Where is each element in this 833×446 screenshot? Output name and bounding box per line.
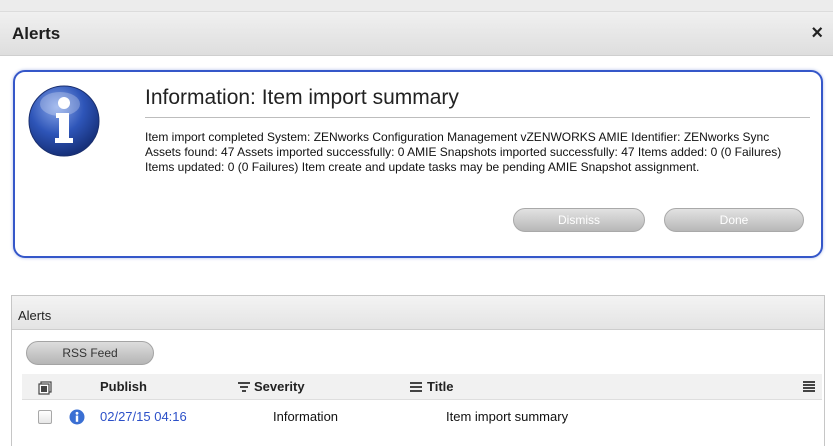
select-all-icon[interactable] [38,381,52,395]
dialog-title: Alerts [12,24,61,43]
information-icon [69,409,85,425]
row-checkbox[interactable] [38,410,52,424]
alerts-panel: Alerts RSS Feed Publish Severity Title 0… [11,295,825,446]
column-options-icon[interactable] [410,382,422,392]
info-heading: Information: Item import summary [145,86,810,118]
alerts-panel-title: Alerts [18,308,52,323]
table-row[interactable]: 02/27/15 04:16 Information Item import s… [22,402,822,430]
information-icon [28,85,100,157]
top-strip [0,0,833,12]
information-message-box: Information: Item import summary Item im… [13,70,823,258]
table-header: Publish Severity Title [22,374,822,400]
dialog-titlebar: Alerts × [0,12,833,56]
row-publish-link[interactable]: 02/27/15 04:16 [100,409,187,424]
info-message: Item import completed System: ZENworks C… [145,130,782,174]
alerts-panel-header: Alerts [12,296,824,330]
column-severity[interactable]: Severity [254,379,305,394]
table-menu-icon[interactable] [803,381,815,392]
done-button[interactable]: Done [664,208,804,232]
column-publish[interactable]: Publish [100,379,147,394]
close-icon[interactable]: × [811,23,823,43]
dismiss-button[interactable]: Dismiss [513,208,645,232]
row-title: Item import summary [446,409,569,424]
filter-icon[interactable] [238,382,250,392]
row-severity: Information [273,409,339,424]
column-title[interactable]: Title [427,379,454,394]
rss-feed-button[interactable]: RSS Feed [26,341,154,365]
